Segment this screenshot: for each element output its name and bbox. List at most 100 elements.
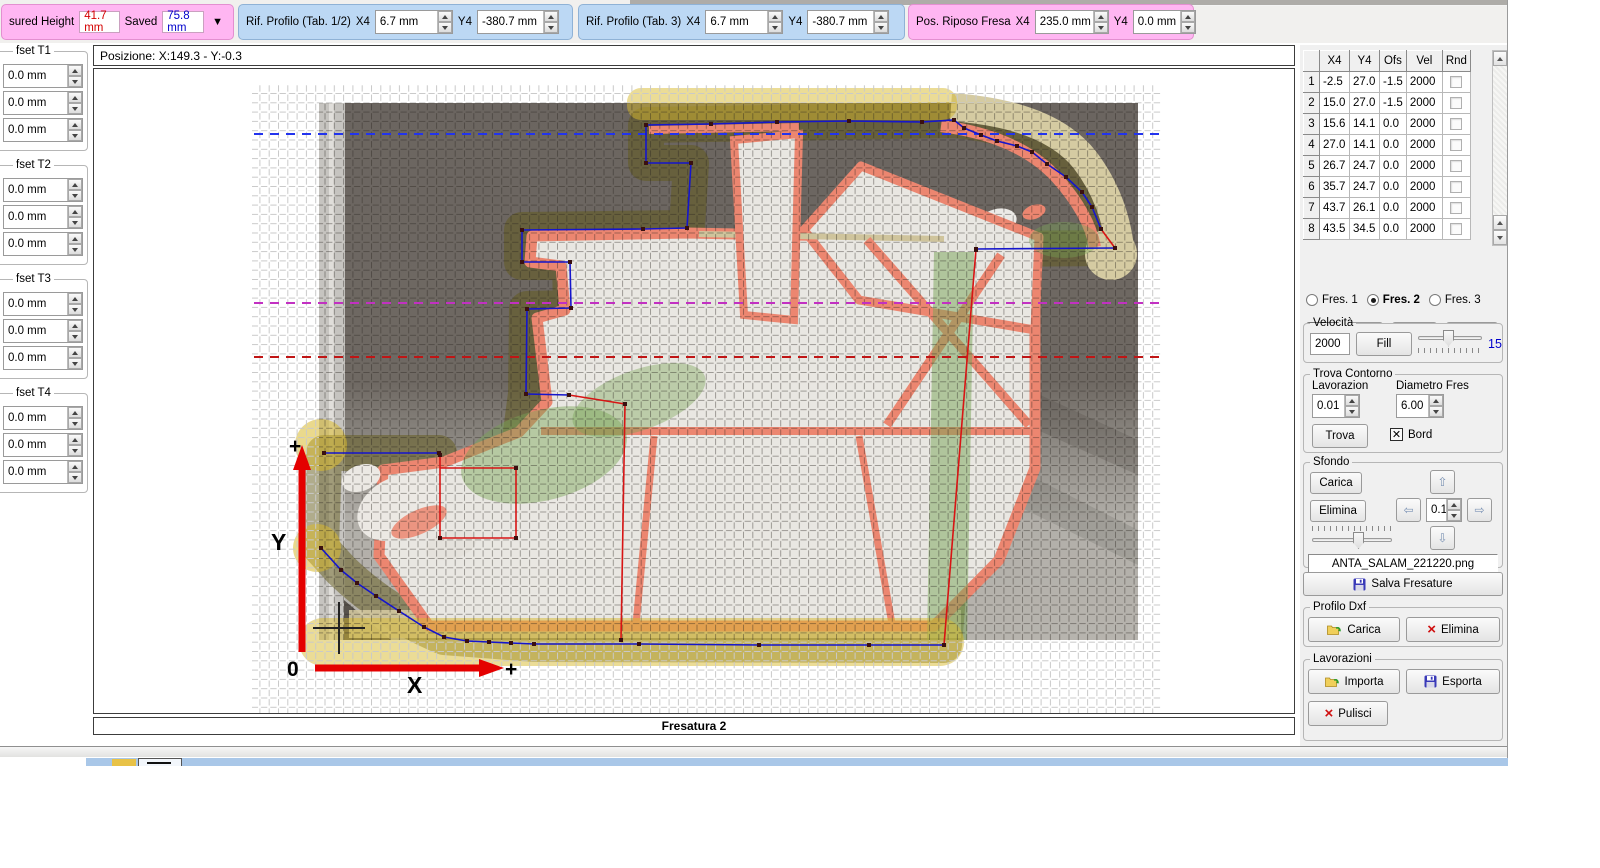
- table-row[interactable]: 6 35.7 24.7 0.0 2000: [1304, 177, 1471, 198]
- row-index[interactable]: 8: [1304, 219, 1320, 240]
- offset-value[interactable]: 0.0 mm: [4, 412, 67, 424]
- rif3-x4-spinner[interactable]: 6.7 mm: [705, 10, 783, 34]
- table-row[interactable]: 3 15.6 14.1 0.0 2000: [1304, 114, 1471, 135]
- offset-spinner[interactable]: 0.0 mm: [3, 406, 83, 430]
- radio-fres-2[interactable]: Fres. 2: [1367, 294, 1420, 306]
- offset-spinner[interactable]: 0.0 mm: [3, 91, 83, 115]
- spin-down-icon[interactable]: [68, 358, 82, 369]
- nudge-right-button[interactable]: ⇨: [1467, 498, 1492, 522]
- table-scrollbar[interactable]: [1492, 50, 1508, 246]
- points-table[interactable]: X4 Y4 Ofs Vel Rnd 1 -2.5 27.0 -1.5 2000 …: [1303, 50, 1471, 240]
- checkbox-unchecked-icon[interactable]: [1450, 139, 1462, 151]
- canvas-view[interactable]: + Y 0 X +: [94, 69, 1294, 713]
- cell-ofs[interactable]: 0.0: [1380, 114, 1407, 135]
- table-row[interactable]: 1 -2.5 27.0 -1.5 2000: [1304, 72, 1471, 93]
- cell-y4[interactable]: 27.0: [1350, 93, 1380, 114]
- col-x4[interactable]: X4: [1320, 51, 1350, 72]
- cell-vel[interactable]: 2000: [1406, 198, 1442, 219]
- row-index[interactable]: 2: [1304, 93, 1320, 114]
- cell-ofs[interactable]: -1.5: [1380, 72, 1407, 93]
- spin-up-icon[interactable]: [68, 233, 82, 244]
- spin-up-icon[interactable]: [768, 11, 782, 22]
- checkbox-unchecked-icon[interactable]: [1450, 223, 1462, 235]
- spin-up-icon[interactable]: [1094, 11, 1108, 22]
- spin-down-icon[interactable]: [68, 130, 82, 141]
- cell-rnd[interactable]: [1442, 93, 1470, 114]
- row-index[interactable]: 7: [1304, 198, 1320, 219]
- cell-ofs[interactable]: 0.0: [1380, 135, 1407, 156]
- col-rnd[interactable]: Rnd: [1442, 51, 1470, 72]
- offset-value[interactable]: 0.0 mm: [4, 238, 67, 250]
- dxf-carica-button[interactable]: Carica: [1308, 617, 1400, 642]
- riposo-x4-spinner[interactable]: 235.0 mm: [1035, 10, 1109, 34]
- table-row[interactable]: 2 15.0 27.0 -1.5 2000: [1304, 93, 1471, 114]
- trova-button[interactable]: Trova: [1312, 424, 1368, 448]
- sfondo-carica-button[interactable]: Carica: [1310, 472, 1362, 494]
- spin-up-icon[interactable]: [1345, 395, 1359, 406]
- table-row[interactable]: 4 27.0 14.1 0.0 2000: [1304, 135, 1471, 156]
- spin-up-icon[interactable]: [68, 461, 82, 472]
- velocita-input[interactable]: 2000: [1310, 333, 1350, 355]
- spin-up-icon[interactable]: [544, 11, 558, 22]
- spin-down-icon[interactable]: [68, 304, 82, 315]
- fill-button[interactable]: Fill: [1356, 332, 1412, 356]
- nudge-left-button[interactable]: ⇦: [1396, 498, 1421, 522]
- spin-up-icon[interactable]: [68, 179, 82, 190]
- nudge-down-button[interactable]: ⇩: [1430, 526, 1455, 550]
- cell-rnd[interactable]: [1442, 198, 1470, 219]
- spin-up-icon[interactable]: [1429, 395, 1443, 406]
- row-index[interactable]: 6: [1304, 177, 1320, 198]
- col-y4[interactable]: Y4: [1350, 51, 1380, 72]
- cell-x4[interactable]: 27.0: [1320, 135, 1350, 156]
- spin-down-icon[interactable]: [1429, 406, 1443, 417]
- cell-ofs[interactable]: 0.0: [1380, 198, 1407, 219]
- offset-value[interactable]: 0.0 mm: [4, 352, 67, 364]
- spin-up-icon[interactable]: [68, 320, 82, 331]
- spin-up-icon[interactable]: [874, 11, 888, 22]
- col-ofs[interactable]: Ofs: [1380, 51, 1407, 72]
- spin-down-icon[interactable]: [68, 244, 82, 255]
- spin-up-icon[interactable]: [68, 434, 82, 445]
- cell-ofs[interactable]: 0.0: [1380, 219, 1407, 240]
- cell-x4[interactable]: 15.0: [1320, 93, 1350, 114]
- table-row[interactable]: 8 43.5 34.5 0.0 2000: [1304, 219, 1471, 240]
- radio-fres-3[interactable]: Fres. 3: [1429, 294, 1481, 306]
- row-index[interactable]: 1: [1304, 72, 1320, 93]
- pulisci-button[interactable]: × Pulisci: [1308, 701, 1388, 726]
- importa-button[interactable]: Importa: [1308, 669, 1400, 694]
- cell-x4[interactable]: 35.7: [1320, 177, 1350, 198]
- cell-rnd[interactable]: [1442, 156, 1470, 177]
- offset-spinner[interactable]: 0.0 mm: [3, 205, 83, 229]
- checkbox-unchecked-icon[interactable]: [1450, 160, 1462, 172]
- saved-value[interactable]: 75.8 mm: [162, 11, 204, 33]
- nudge-up-button[interactable]: ⇧: [1430, 470, 1455, 494]
- cell-y4[interactable]: 24.7: [1350, 177, 1380, 198]
- milling-canvas[interactable]: + Y 0 X +: [93, 68, 1295, 714]
- cell-x4[interactable]: 15.6: [1320, 114, 1350, 135]
- rif3-y4-spinner[interactable]: -380.7 mm: [807, 10, 889, 34]
- cell-y4[interactable]: 14.1: [1350, 135, 1380, 156]
- spin-down-icon[interactable]: [68, 103, 82, 114]
- cell-vel[interactable]: 2000: [1406, 135, 1442, 156]
- offset-value[interactable]: 0.0 mm: [4, 97, 67, 109]
- cell-rnd[interactable]: [1442, 177, 1470, 198]
- sfondo-slider[interactable]: [1312, 526, 1392, 542]
- spin-up-icon[interactable]: [438, 11, 452, 22]
- scroll-up-icon[interactable]: [1493, 215, 1507, 230]
- diametro-spinner[interactable]: 6.00: [1396, 394, 1444, 418]
- offset-value[interactable]: 0.0 mm: [4, 124, 67, 136]
- spin-down-icon[interactable]: [768, 22, 782, 33]
- spin-down-icon[interactable]: [1345, 406, 1359, 417]
- scroll-track[interactable]: [1493, 66, 1507, 215]
- cell-y4[interactable]: 14.1: [1350, 114, 1380, 135]
- offset-spinner[interactable]: 0.0 mm: [3, 460, 83, 484]
- slider-thumb[interactable]: [1353, 532, 1364, 549]
- radio-fres-1[interactable]: Fres. 1: [1306, 294, 1358, 306]
- spin-up-icon[interactable]: [1181, 11, 1195, 22]
- spin-down-icon[interactable]: [68, 472, 82, 483]
- spin-up-icon[interactable]: [68, 206, 82, 217]
- spin-down-icon[interactable]: [68, 217, 82, 228]
- checkbox-unchecked-icon[interactable]: [1450, 118, 1462, 130]
- spin-up-icon[interactable]: [68, 407, 82, 418]
- offset-value[interactable]: 0.0 mm: [4, 439, 67, 451]
